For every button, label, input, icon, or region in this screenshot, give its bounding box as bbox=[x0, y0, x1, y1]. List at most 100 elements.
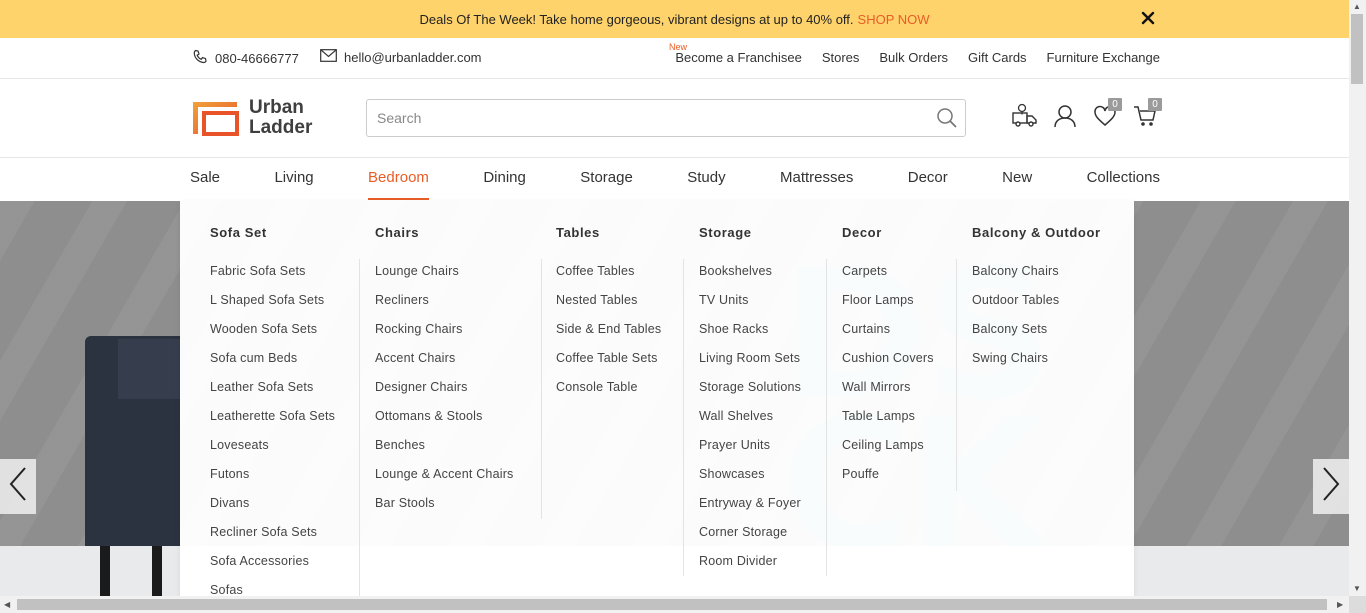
menu-link[interactable]: Cushion Covers bbox=[842, 351, 934, 380]
menu-link[interactable]: Prayer Units bbox=[699, 438, 801, 467]
link-stores[interactable]: Stores bbox=[822, 50, 860, 65]
nav-item-bedroom[interactable]: Bedroom bbox=[368, 158, 429, 200]
menu-link[interactable]: Leather Sofa Sets bbox=[210, 380, 335, 409]
menu-link[interactable]: Side & End Tables bbox=[556, 322, 661, 351]
menu-link[interactable]: Rocking Chairs bbox=[375, 322, 514, 351]
menu-link[interactable]: Shoe Racks bbox=[699, 322, 801, 351]
menu-link[interactable]: Recliner Sofa Sets bbox=[210, 525, 335, 554]
menu-link[interactable]: Storage Solutions bbox=[699, 380, 801, 409]
nav-item-collections[interactable]: Collections bbox=[1087, 158, 1160, 200]
column-divider bbox=[826, 259, 827, 576]
menu-link[interactable]: Ottomans & Stools bbox=[375, 409, 514, 438]
nav-item-storage[interactable]: Storage bbox=[580, 158, 633, 200]
menu-link[interactable]: Wooden Sofa Sets bbox=[210, 322, 335, 351]
scroll-left-arrow-icon[interactable]: ◀ bbox=[4, 600, 10, 609]
menu-link[interactable]: TV Units bbox=[699, 293, 801, 322]
menu-link[interactable]: Living Room Sets bbox=[699, 351, 801, 380]
menu-link[interactable]: Sofa Accessories bbox=[210, 554, 335, 583]
horizontal-scroll-thumb[interactable] bbox=[17, 599, 1327, 610]
menu-link[interactable]: Corner Storage bbox=[699, 525, 801, 554]
menu-link[interactable]: Lounge & Accent Chairs bbox=[375, 467, 514, 496]
logo-mark bbox=[191, 100, 239, 136]
nav-item-decor[interactable]: Decor bbox=[908, 158, 948, 200]
menu-link[interactable]: Carpets bbox=[842, 264, 934, 293]
scrollbar-corner bbox=[1349, 596, 1366, 613]
menu-link[interactable]: Bookshelves bbox=[699, 264, 801, 293]
menu-link[interactable]: Balcony Chairs bbox=[972, 264, 1059, 293]
close-icon[interactable] bbox=[1141, 11, 1155, 25]
menu-link[interactable]: Bar Stools bbox=[375, 496, 514, 525]
scroll-down-arrow-icon[interactable]: ▼ bbox=[1353, 584, 1361, 593]
menu-link[interactable]: Nested Tables bbox=[556, 293, 661, 322]
carousel-prev-button[interactable] bbox=[0, 459, 36, 514]
menu-link[interactable]: Console Table bbox=[556, 380, 661, 409]
email-contact[interactable]: hello@urbanladder.com bbox=[320, 49, 482, 65]
menu-link[interactable]: Pouffe bbox=[842, 467, 934, 496]
menu-heading-chairs[interactable]: Chairs bbox=[375, 225, 419, 240]
menu-link[interactable]: Divans bbox=[210, 496, 335, 525]
carousel-next-button[interactable] bbox=[1313, 459, 1349, 514]
menu-link[interactable]: Sofa cum Beds bbox=[210, 351, 335, 380]
scroll-up-arrow-icon[interactable]: ▲ bbox=[1353, 2, 1361, 11]
link-become-franchisee[interactable]: Become a Franchisee bbox=[675, 50, 801, 65]
menu-link[interactable]: Floor Lamps bbox=[842, 293, 934, 322]
menu-link[interactable]: Room Divider bbox=[699, 554, 801, 583]
menu-heading-storage[interactable]: Storage bbox=[699, 225, 752, 240]
menu-link[interactable]: Lounge Chairs bbox=[375, 264, 514, 293]
column-divider bbox=[956, 259, 957, 491]
nav-item-new[interactable]: New bbox=[1002, 158, 1032, 200]
vertical-scroll-thumb[interactable] bbox=[1351, 14, 1363, 84]
menu-heading-balcony-outdoor[interactable]: Balcony & Outdoor bbox=[972, 225, 1101, 240]
shop-now-link[interactable]: SHOP NOW bbox=[858, 12, 930, 27]
wishlist-button[interactable]: 0 bbox=[1092, 98, 1122, 129]
menu-link[interactable]: Recliners bbox=[375, 293, 514, 322]
search-input[interactable] bbox=[367, 100, 927, 136]
menu-link[interactable]: Accent Chairs bbox=[375, 351, 514, 380]
vertical-scrollbar[interactable]: ▲ ▼ bbox=[1349, 0, 1366, 596]
menu-link[interactable]: Wall Shelves bbox=[699, 409, 801, 438]
menu-link[interactable]: Curtains bbox=[842, 322, 934, 351]
menu-link[interactable]: Loveseats bbox=[210, 438, 335, 467]
horizontal-scrollbar[interactable]: ◀ ▶ bbox=[0, 596, 1349, 613]
mega-menu: Sofa Set Fabric Sofa Sets L Shaped Sofa … bbox=[180, 201, 1134, 597]
menu-link[interactable]: Outdoor Tables bbox=[972, 293, 1059, 322]
menu-link[interactable]: Ceiling Lamps bbox=[842, 438, 934, 467]
nav-item-living[interactable]: Living bbox=[274, 158, 313, 200]
menu-link[interactable]: Leatherette Sofa Sets bbox=[210, 409, 335, 438]
nav-item-study[interactable]: Study bbox=[687, 158, 725, 200]
search-box bbox=[366, 99, 966, 137]
menu-link[interactable]: Swing Chairs bbox=[972, 351, 1059, 380]
menu-link[interactable]: Coffee Table Sets bbox=[556, 351, 661, 380]
phone-contact[interactable]: 080-46666777 bbox=[192, 49, 299, 68]
nav-item-sale[interactable]: Sale bbox=[190, 158, 220, 200]
menu-link[interactable]: Benches bbox=[375, 438, 514, 467]
link-gift-cards[interactable]: Gift Cards bbox=[968, 50, 1027, 65]
link-bulk-orders[interactable]: Bulk Orders bbox=[879, 50, 948, 65]
menu-link[interactable]: Futons bbox=[210, 467, 335, 496]
phone-number: 080-46666777 bbox=[215, 51, 299, 66]
nav-item-dining[interactable]: Dining bbox=[483, 158, 526, 200]
menu-link[interactable]: Coffee Tables bbox=[556, 264, 661, 293]
menu-link[interactable]: Wall Mirrors bbox=[842, 380, 934, 409]
nav-item-mattresses[interactable]: Mattresses bbox=[780, 158, 853, 200]
menu-link[interactable]: Table Lamps bbox=[842, 409, 934, 438]
scroll-right-arrow-icon[interactable]: ▶ bbox=[1337, 600, 1343, 609]
menu-heading-decor[interactable]: Decor bbox=[842, 225, 882, 240]
phone-icon bbox=[192, 49, 208, 68]
link-furniture-exchange[interactable]: Furniture Exchange bbox=[1047, 50, 1160, 65]
menu-link[interactable]: Showcases bbox=[699, 467, 801, 496]
menu-link[interactable]: Fabric Sofa Sets bbox=[210, 264, 335, 293]
menu-heading-tables[interactable]: Tables bbox=[556, 225, 600, 240]
menu-link[interactable]: Designer Chairs bbox=[375, 380, 514, 409]
logo[interactable]: Urban Ladder bbox=[191, 98, 312, 138]
menu-link[interactable]: Entryway & Foyer bbox=[699, 496, 801, 525]
user-icon[interactable] bbox=[1052, 103, 1078, 129]
email-address: hello@urbanladder.com bbox=[344, 49, 482, 65]
search-icon[interactable] bbox=[936, 107, 958, 134]
logo-line-1: Urban bbox=[249, 97, 304, 118]
menu-link[interactable]: Balcony Sets bbox=[972, 322, 1059, 351]
cart-button[interactable]: 0 bbox=[1132, 98, 1162, 129]
menu-heading-sofa-set[interactable]: Sofa Set bbox=[210, 225, 267, 240]
delivery-truck-icon[interactable] bbox=[1012, 103, 1038, 129]
menu-link[interactable]: L Shaped Sofa Sets bbox=[210, 293, 335, 322]
